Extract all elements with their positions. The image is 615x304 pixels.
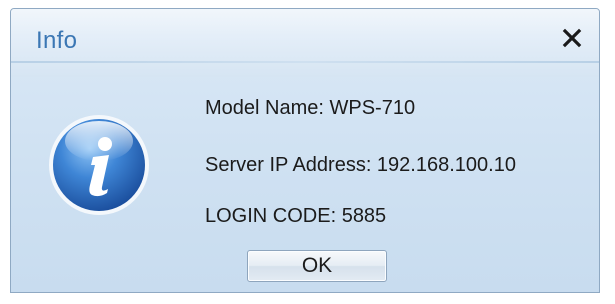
close-button[interactable] (557, 23, 587, 53)
info-icon (49, 115, 149, 215)
ok-button[interactable]: OK (247, 250, 387, 282)
title-separator (11, 61, 599, 63)
info-dialog: Info Model Name: WPS-710 Server IP Addre… (10, 8, 600, 293)
close-icon (562, 28, 582, 48)
login-code-text: LOGIN CODE: 5885 (205, 205, 387, 227)
server-ip-text: Server IP Address: 192.168.100.10 (205, 154, 516, 176)
title-bar[interactable]: Info (11, 9, 599, 77)
model-name-text: Model Name: WPS-710 (205, 97, 416, 119)
dialog-title: Info (36, 27, 78, 54)
